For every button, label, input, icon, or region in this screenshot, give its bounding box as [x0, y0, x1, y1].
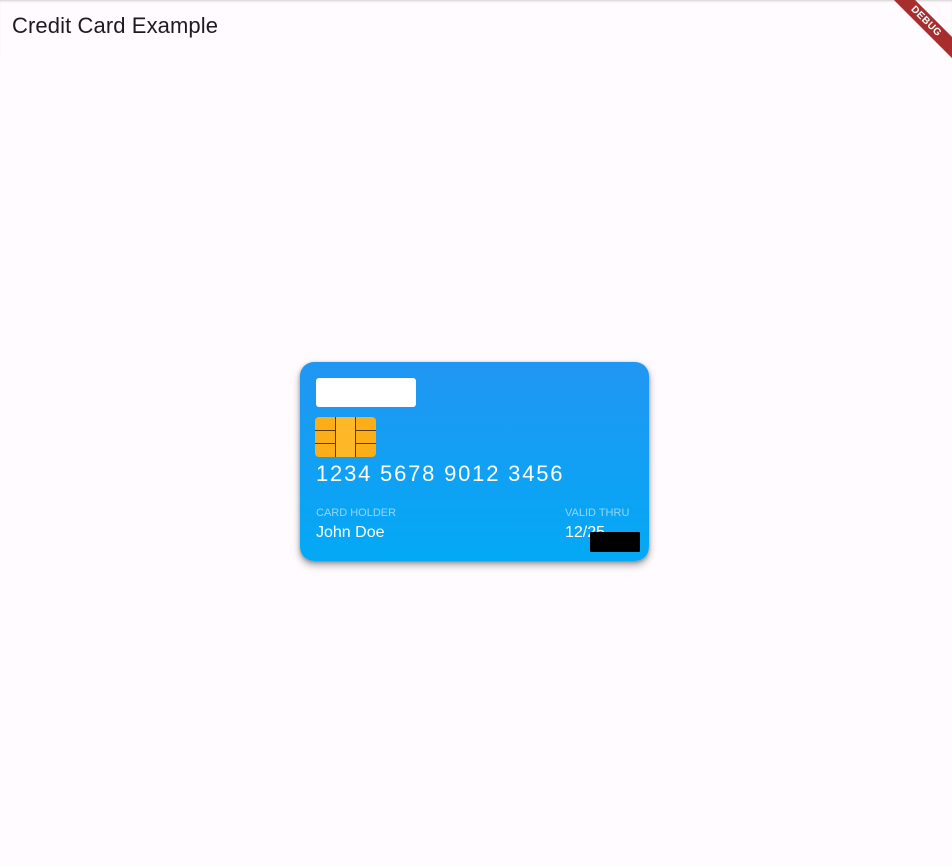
- chip-icon: [315, 417, 376, 457]
- redaction-box: [590, 532, 640, 552]
- valid-thru-label: VALID THRU: [565, 507, 630, 519]
- app-bar: Credit Card Example: [0, 0, 952, 56]
- card-holder-label: CARD HOLDER: [316, 507, 397, 519]
- app-title: Credit Card Example: [12, 13, 219, 38]
- card-holder-name: John Doe: [316, 524, 385, 541]
- card-number: 1234 5678 9012 3456: [316, 461, 565, 486]
- chip-pattern: [315, 417, 376, 457]
- card-logo-placeholder: [316, 378, 416, 407]
- credit-card: 1234 5678 9012 3456 CARD HOLDER John Doe…: [300, 362, 649, 561]
